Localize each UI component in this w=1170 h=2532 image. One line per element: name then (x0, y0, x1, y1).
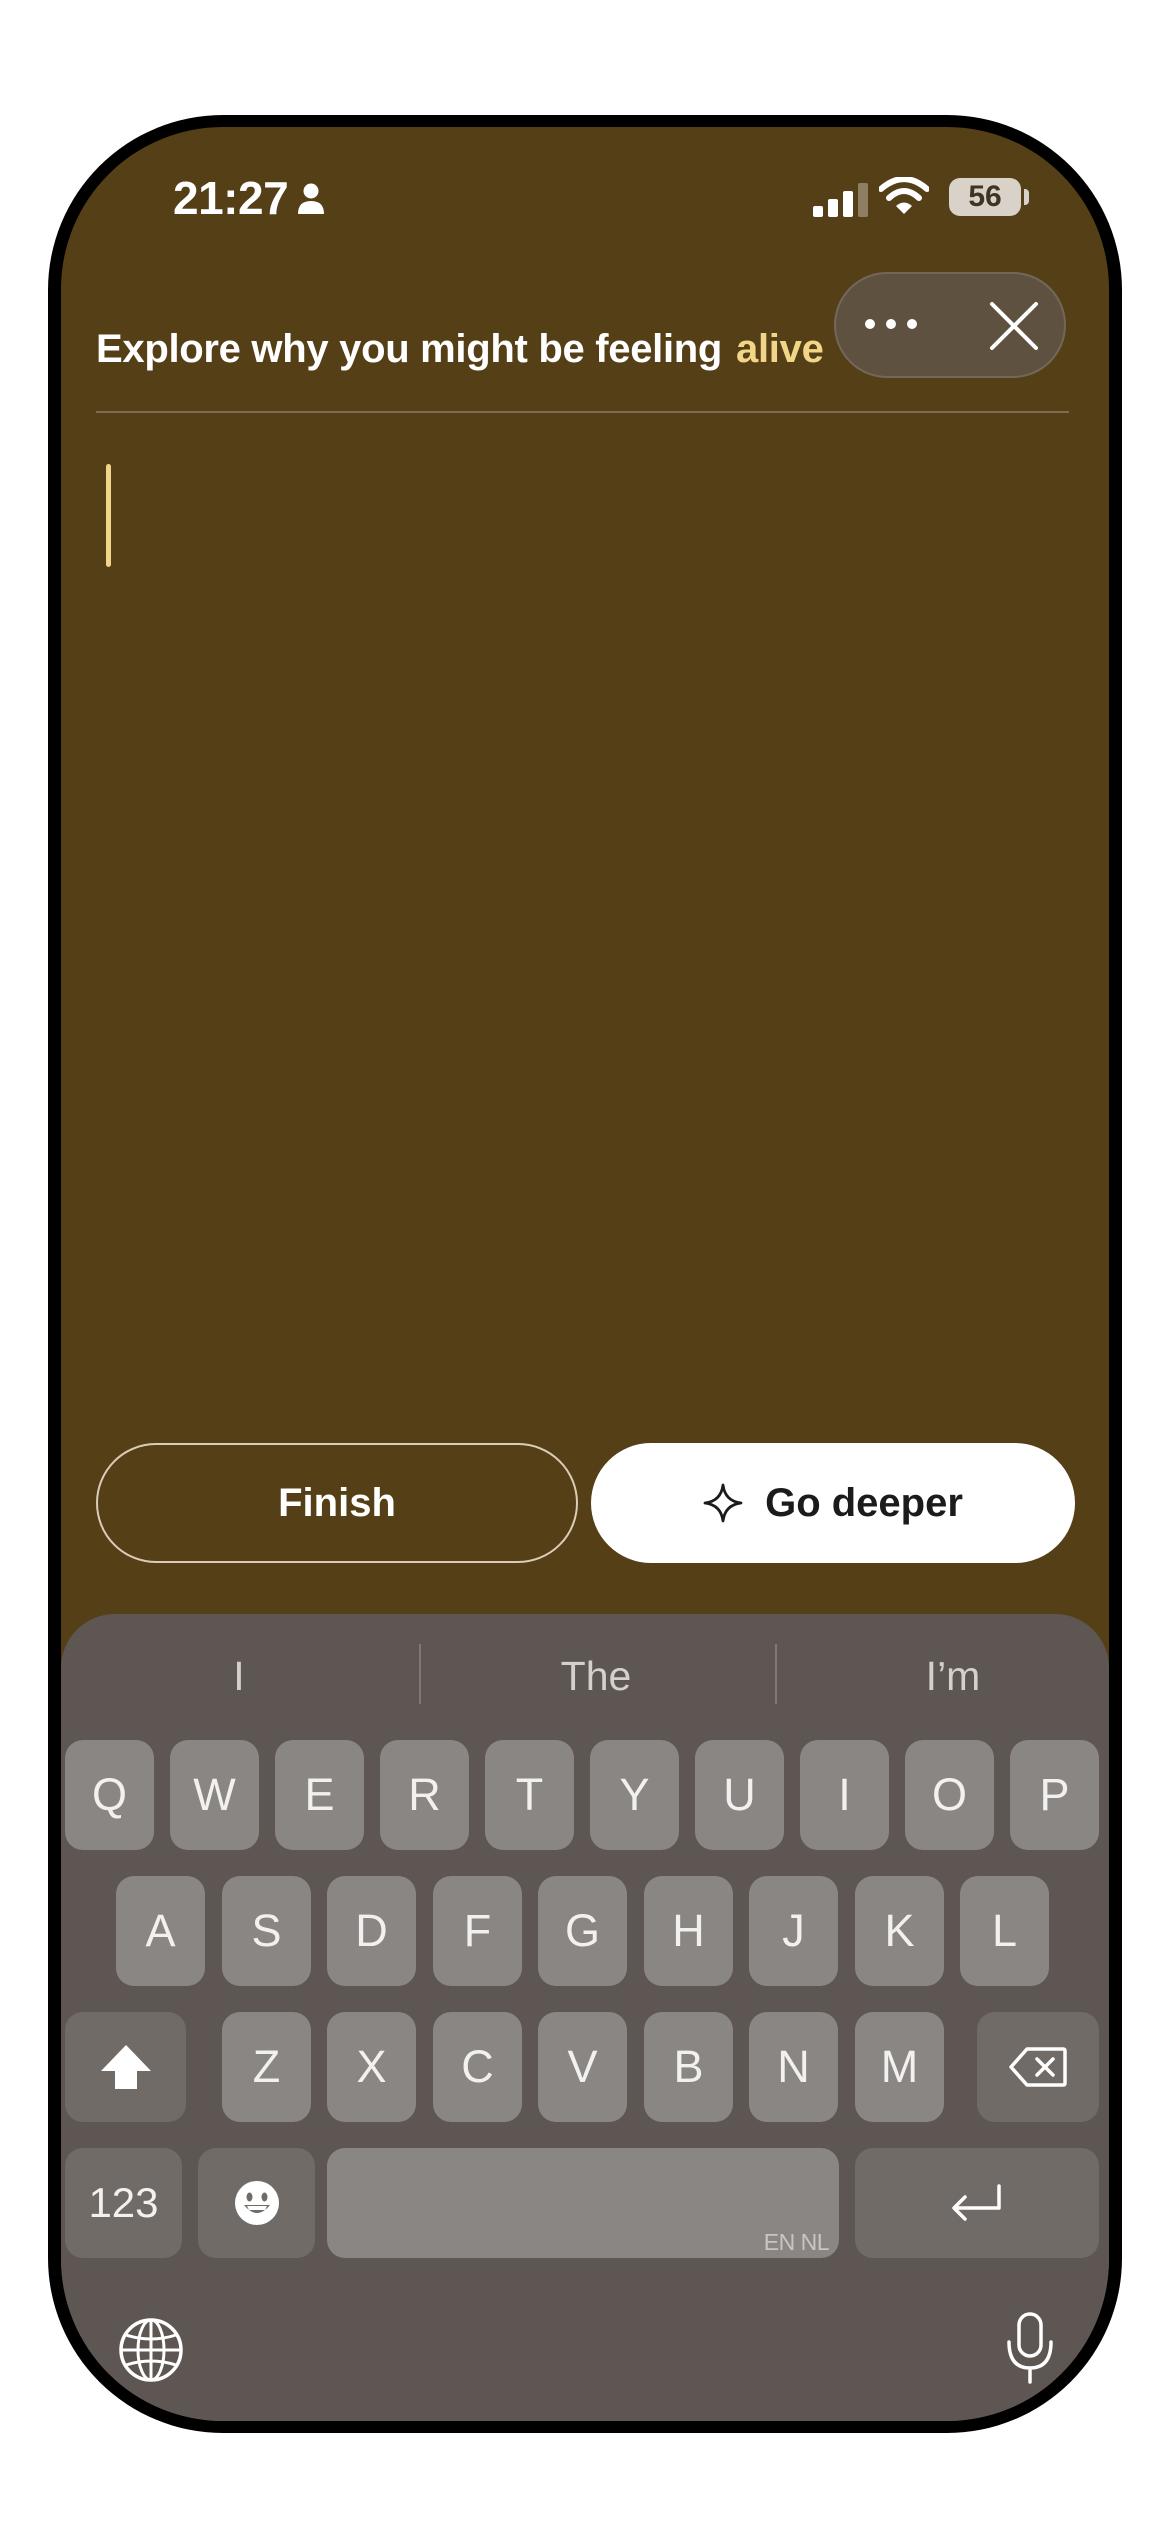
keyboard-languages: EN NL (763, 2229, 830, 2255)
journal-text-input[interactable] (96, 457, 1073, 1511)
screen: 21:27 56 Explore why you might be feelin… (61, 127, 1109, 2421)
close-icon[interactable] (986, 298, 1042, 354)
go-deeper-label: Go deeper (765, 1480, 963, 1525)
battery-tip (1024, 189, 1029, 205)
more-options-icon[interactable] (862, 312, 922, 336)
backspace-icon (1009, 2047, 1067, 2087)
key-d[interactable]: D (327, 1876, 416, 1986)
key-w[interactable]: W (170, 1740, 259, 1850)
status-time: 21:27 (173, 172, 289, 224)
return-icon (952, 2184, 1001, 2221)
key-o[interactable]: O (905, 1740, 994, 1850)
key-p[interactable]: P (1010, 1740, 1099, 1850)
globe-icon[interactable] (117, 2316, 185, 2384)
shift-icon (100, 2045, 151, 2089)
key-h[interactable]: H (644, 1876, 733, 1986)
key-k[interactable]: K (855, 1876, 944, 1986)
cellular-signal-icon (813, 183, 868, 217)
suggestion-1[interactable]: I (61, 1644, 417, 1708)
key-y[interactable]: Y (590, 1740, 679, 1850)
key-z[interactable]: Z (222, 2012, 311, 2122)
prompt-text: Explore why you might be feeling (96, 327, 723, 371)
key-a[interactable]: A (116, 1876, 205, 1986)
backspace-key[interactable] (977, 2012, 1099, 2122)
key-r[interactable]: R (380, 1740, 469, 1850)
finish-button[interactable]: Finish (96, 1443, 578, 1563)
wifi-icon (879, 177, 929, 214)
numbers-key[interactable]: 123 (65, 2148, 182, 2258)
battery-level: 56 (949, 178, 1021, 216)
finish-label: Finish (278, 1480, 396, 1525)
microphone-icon[interactable] (1005, 2312, 1055, 2384)
sparkle-icon (703, 1483, 743, 1523)
reflection-prompt: Explore why you might be feeling alive (96, 327, 824, 372)
key-e[interactable]: E (275, 1740, 364, 1850)
key-t[interactable]: T (485, 1740, 574, 1850)
space-key[interactable]: EN NL (327, 2148, 839, 2258)
key-c[interactable]: C (433, 2012, 522, 2122)
header-actions-pill (834, 272, 1066, 378)
key-q[interactable]: Q (65, 1740, 154, 1850)
header-divider (96, 411, 1069, 413)
key-v[interactable]: V (538, 2012, 627, 2122)
shift-key[interactable] (65, 2012, 186, 2122)
key-l[interactable]: L (960, 1876, 1049, 1986)
suggestion-3[interactable]: I’m (775, 1644, 1109, 1708)
emoji-icon (234, 2181, 279, 2225)
key-m[interactable]: M (855, 2012, 944, 2122)
go-deeper-button[interactable]: Go deeper (591, 1443, 1075, 1563)
key-g[interactable]: G (538, 1876, 627, 1986)
key-x[interactable]: X (327, 2012, 416, 2122)
emotion-word: alive (736, 327, 824, 371)
key-i[interactable]: I (800, 1740, 889, 1850)
key-n[interactable]: N (749, 2012, 838, 2122)
key-u[interactable]: U (695, 1740, 784, 1850)
on-screen-keyboard: I The I’m Q W E R T Y U I O P A S D F G … (61, 1614, 1109, 2421)
return-key[interactable] (855, 2148, 1099, 2258)
person-icon (298, 183, 324, 214)
emoji-key[interactable] (198, 2148, 315, 2258)
key-f[interactable]: F (433, 1876, 522, 1986)
suggestion-2[interactable]: The (418, 1644, 774, 1708)
key-j[interactable]: J (749, 1876, 838, 1986)
text-cursor (106, 464, 111, 567)
key-s[interactable]: S (222, 1876, 311, 1986)
key-b[interactable]: B (644, 2012, 733, 2122)
